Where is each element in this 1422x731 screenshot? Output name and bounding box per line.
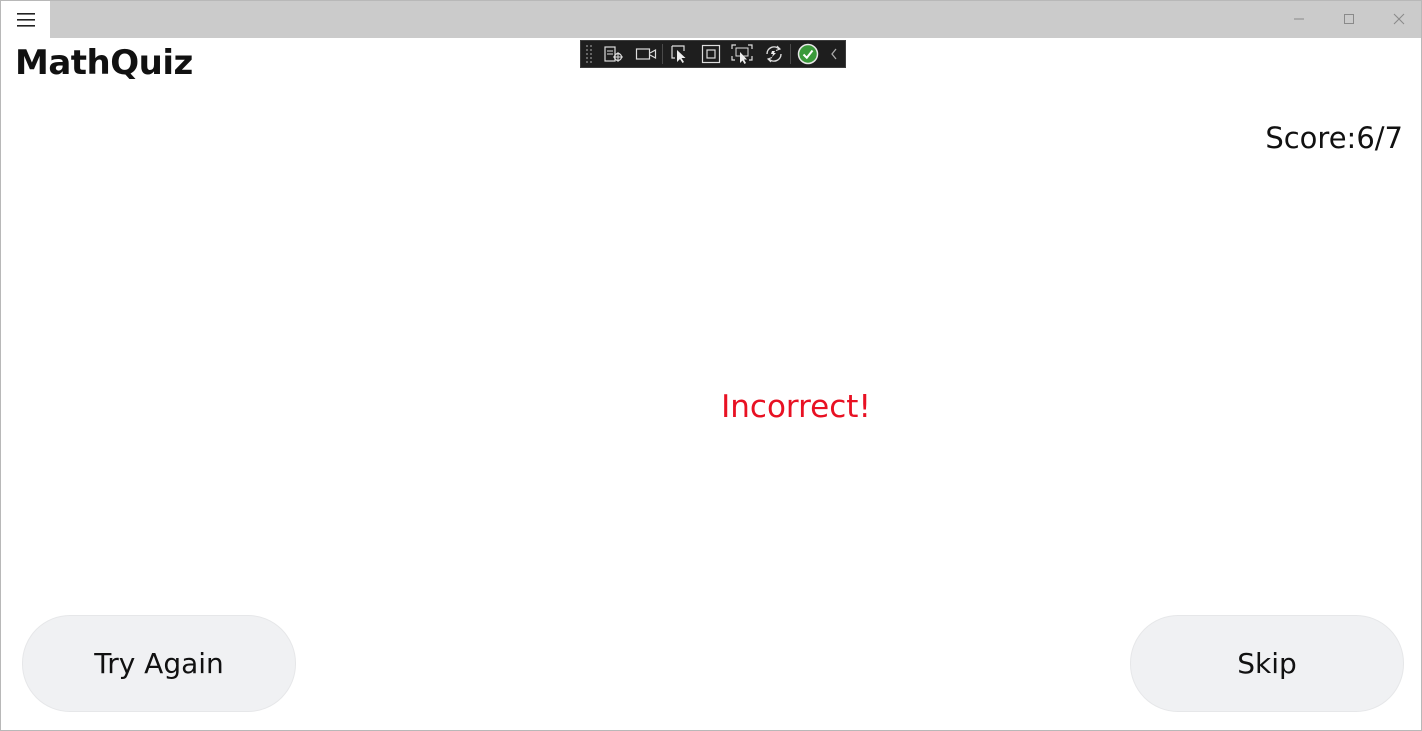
track-focus-button[interactable]	[727, 41, 758, 67]
live-visual-tree-icon	[604, 46, 624, 62]
hamburger-icon	[16, 12, 35, 27]
display-layout-adorners-icon	[702, 44, 721, 64]
collapse-toolbar-button[interactable]	[824, 41, 845, 67]
binding-status-icon	[797, 43, 819, 65]
app-window: MathQuiz Score:6/7 Incorrect! Try Again …	[0, 0, 1422, 731]
maximize-button[interactable]	[1324, 1, 1374, 36]
select-element-button[interactable]	[664, 41, 695, 67]
toolbar-separator	[662, 44, 664, 64]
binding-status-button[interactable]	[792, 41, 823, 67]
maximize-icon	[1344, 13, 1354, 24]
toolbar-separator	[790, 44, 792, 64]
record-icon	[635, 48, 656, 60]
live-visual-tree-button[interactable]	[599, 41, 630, 67]
collapse-chevron-icon	[831, 48, 837, 60]
record-button[interactable]	[630, 41, 661, 67]
minimize-button[interactable]	[1274, 1, 1324, 36]
select-element-icon	[671, 45, 686, 63]
toolbar-grip[interactable]	[585, 44, 593, 64]
hot-reload-icon	[765, 45, 782, 63]
try-again-button[interactable]: Try Again	[22, 615, 296, 712]
hot-reload-button[interactable]	[758, 41, 789, 67]
score-label: Score:6/7	[1265, 121, 1403, 155]
track-focus-icon	[731, 44, 754, 64]
display-layout-adorners-button[interactable]	[696, 41, 727, 67]
title-bar	[1, 1, 1421, 38]
skip-button[interactable]: Skip	[1130, 615, 1404, 712]
minimize-icon	[1294, 18, 1304, 19]
app-title: MathQuiz	[15, 43, 193, 83]
close-button[interactable]	[1374, 1, 1421, 36]
hamburger-menu-button[interactable]	[1, 1, 50, 38]
close-icon	[1393, 13, 1405, 24]
feedback-message: Incorrect!	[721, 389, 871, 425]
xaml-debug-toolbar	[580, 40, 846, 68]
